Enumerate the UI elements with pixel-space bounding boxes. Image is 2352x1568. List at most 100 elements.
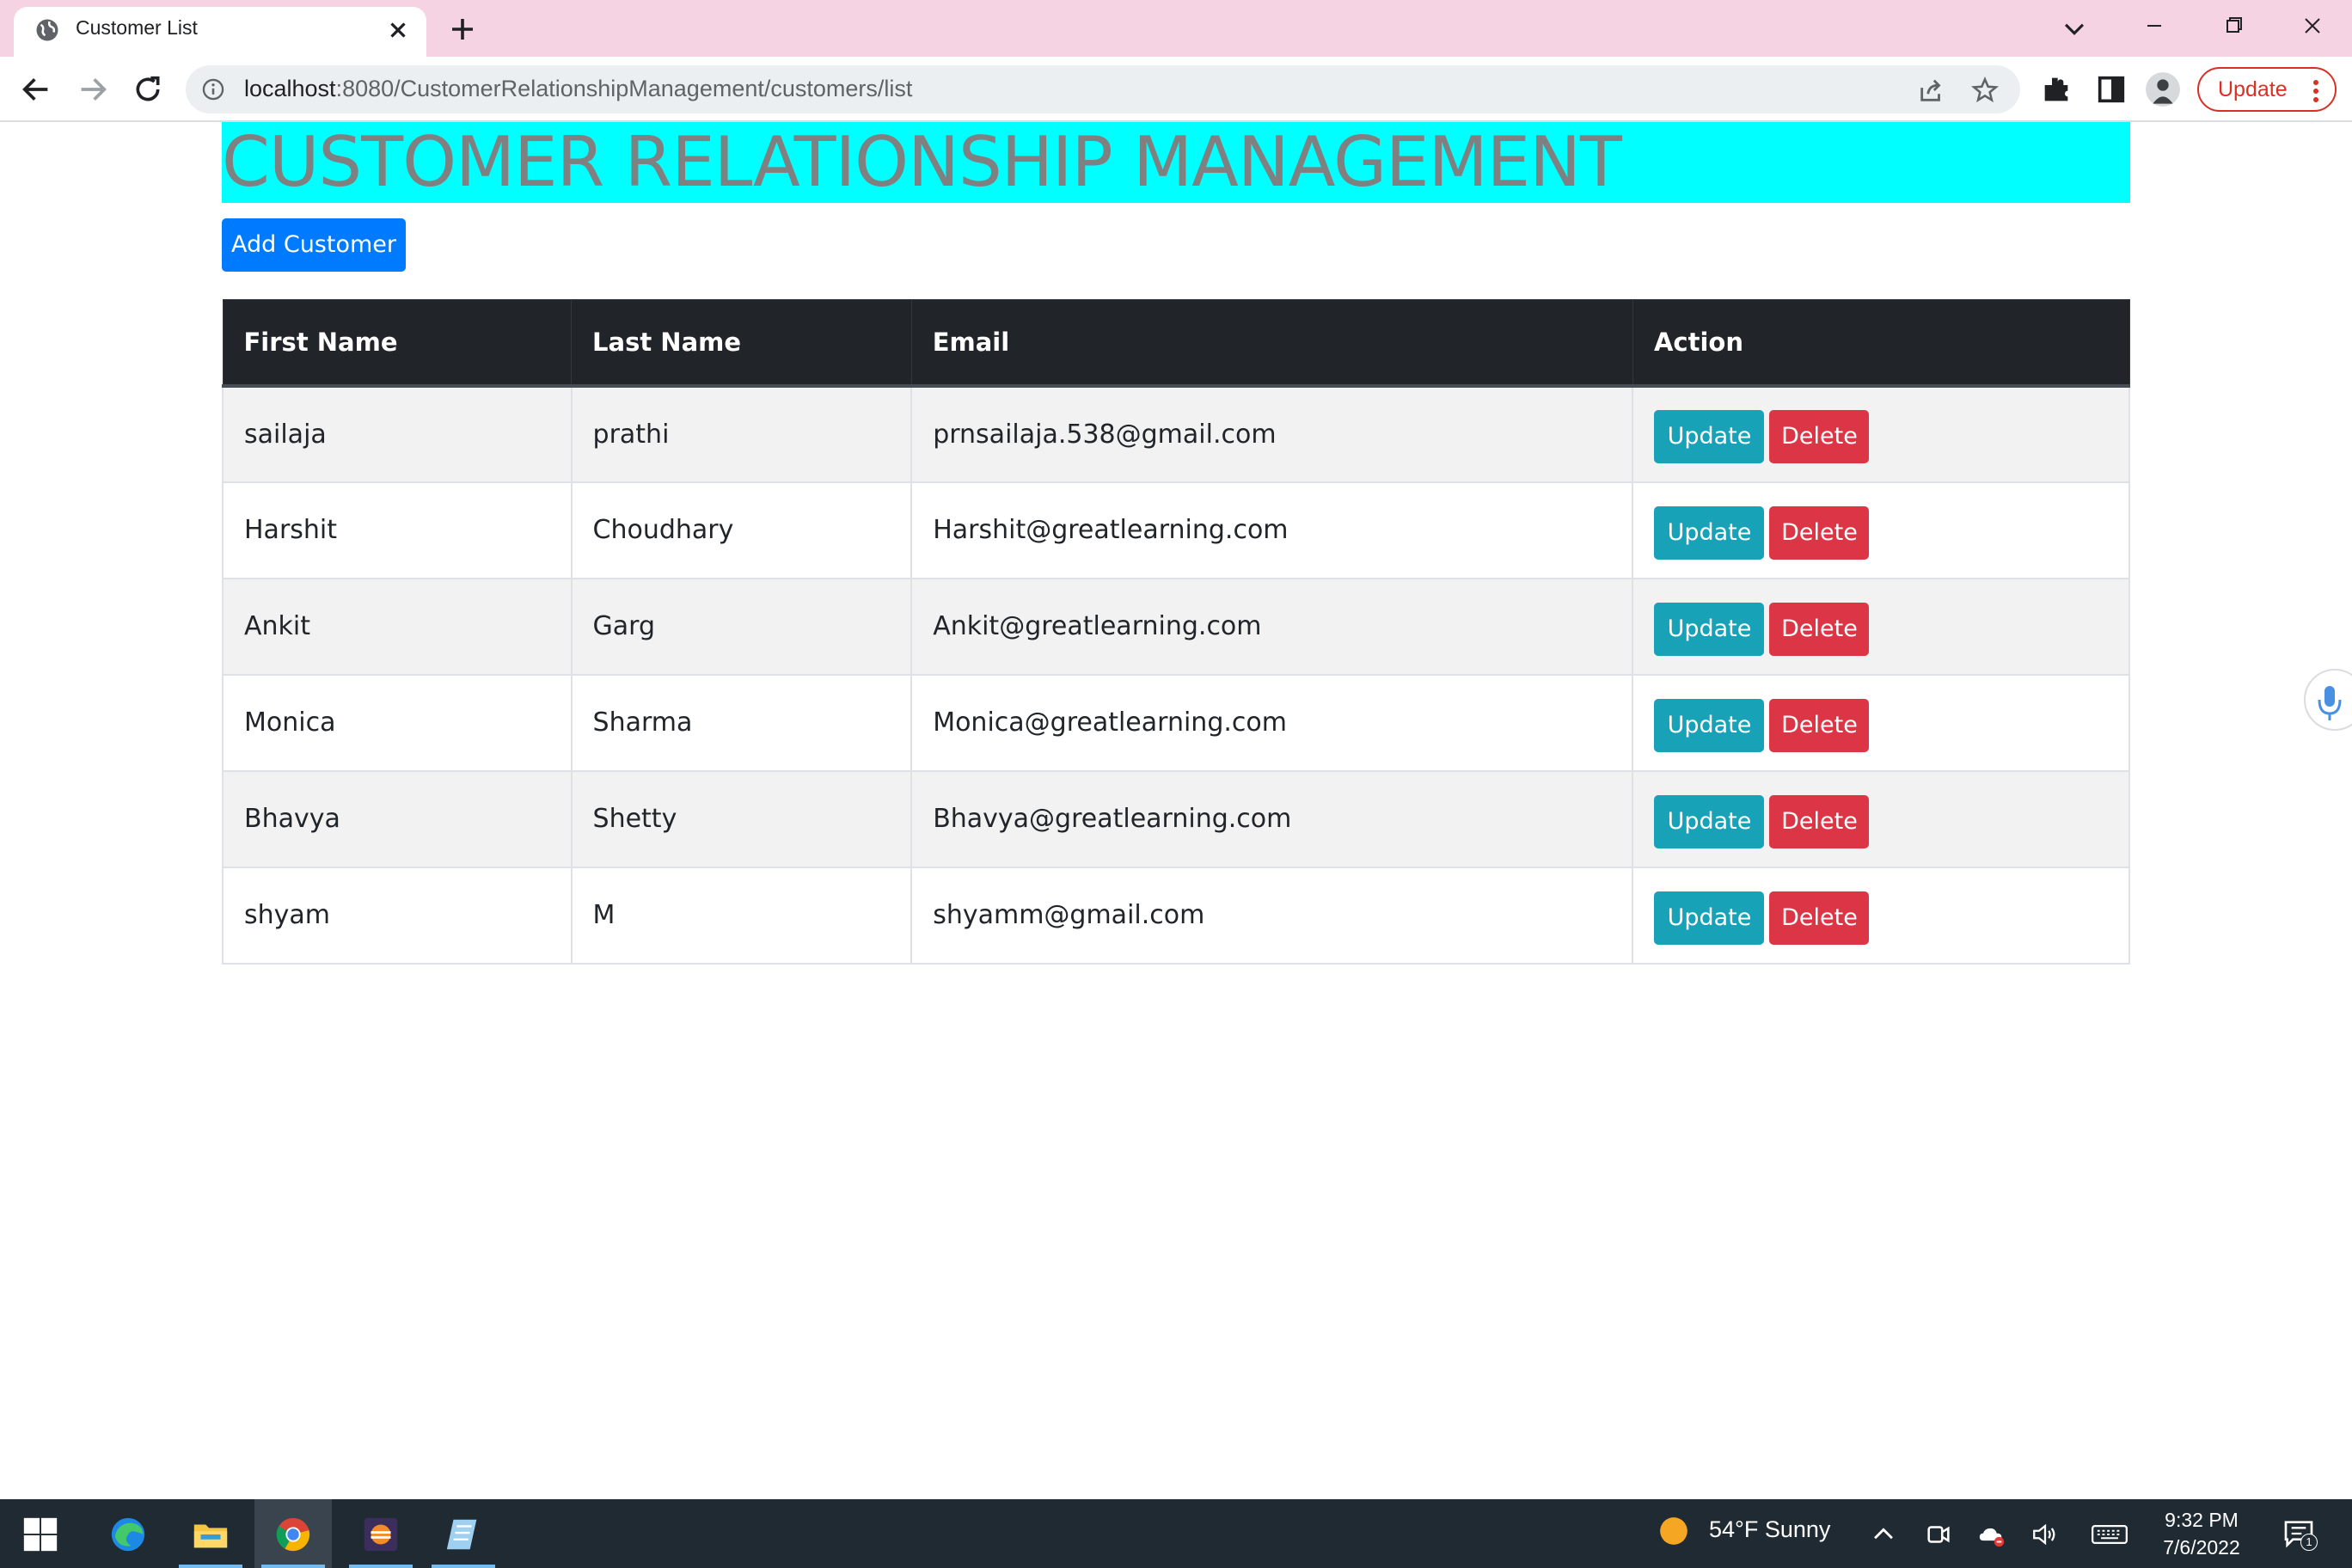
cell-last-name: Choudhary	[570, 481, 913, 579]
extensions-icon[interactable]	[2039, 72, 2073, 107]
cell-email: Harshit@greatlearning.com	[910, 481, 1634, 579]
kebab-menu-icon	[2313, 80, 2318, 102]
cell-action: Update Delete	[1632, 577, 2130, 676]
address-bar[interactable]: localhost:8080/CustomerRelationshipManag…	[186, 65, 2020, 113]
add-customer-button[interactable]: Add Customer	[222, 218, 406, 272]
share-icon[interactable]	[1917, 76, 1946, 105]
update-button[interactable]: Update	[1654, 602, 1765, 656]
cell-action: Update Delete	[1632, 384, 2130, 483]
update-button[interactable]: Update	[1654, 505, 1765, 560]
reload-icon[interactable]	[131, 72, 165, 107]
profile-avatar[interactable]	[2146, 72, 2180, 107]
table-header-row: First Name Last Name Email Action	[222, 299, 2130, 388]
clock-date: 7/6/2022	[2163, 1536, 2240, 1559]
forward-arrow-icon[interactable]	[76, 72, 110, 107]
header-last-name: Last Name	[571, 299, 912, 388]
minimize-icon[interactable]	[2128, 9, 2180, 43]
volume-icon[interactable]	[2030, 1520, 2060, 1549]
table-row: Harshit Choudhary Harshit@greatlearning.…	[222, 481, 2130, 579]
update-button[interactable]: Update	[1654, 698, 1765, 752]
cell-email: Bhavya@greatlearning.com	[910, 769, 1634, 868]
taskbar-notepad[interactable]	[425, 1499, 502, 1568]
update-button[interactable]: Update	[1654, 794, 1765, 848]
header-email: Email	[910, 299, 1633, 388]
taskbar-chrome[interactable]	[254, 1499, 332, 1568]
taskbar-edge[interactable]	[89, 1499, 167, 1568]
voice-input-button[interactable]	[2304, 669, 2352, 731]
restore-icon[interactable]	[2208, 9, 2259, 43]
chrome-update-button[interactable]: Update	[2197, 67, 2337, 112]
cell-last-name: Sharma	[570, 673, 913, 772]
page-content: CUSTOMER RELATIONSHIP MANAGEMENT Add Cus…	[0, 122, 2352, 1499]
notification-center-button[interactable]: 1	[2282, 1516, 2318, 1551]
cell-first-name: Monica	[222, 673, 573, 772]
plus-icon[interactable]	[447, 14, 478, 45]
browser-toolbar: localhost:8080/CustomerRelationshipManag…	[0, 57, 2352, 122]
update-button[interactable]: Update	[1654, 891, 1765, 945]
cell-last-name: prathi	[570, 384, 913, 483]
system-clock[interactable]: 9:32 PM 7/6/2022	[2146, 1506, 2257, 1561]
back-arrow-icon[interactable]	[19, 72, 53, 107]
browser-tab[interactable]: Customer List	[14, 7, 426, 57]
header-action: Action	[1632, 299, 2130, 388]
bookmark-star-icon[interactable]	[1970, 76, 2000, 105]
running-indicator	[179, 1565, 242, 1568]
delete-button[interactable]: Delete	[1769, 410, 1870, 463]
taskbar-file-explorer[interactable]	[172, 1499, 249, 1568]
weather-text[interactable]: 54°F Sunny	[1709, 1516, 1830, 1543]
cell-first-name: shyam	[222, 866, 573, 965]
cell-first-name: Bhavya	[222, 769, 573, 868]
tab-title: Customer List	[76, 16, 198, 39]
edge-browser-icon	[111, 1517, 145, 1552]
delete-button[interactable]: Delete	[1769, 794, 1870, 848]
cell-email: Monica@greatlearning.com	[910, 673, 1634, 772]
cell-first-name: sailaja	[222, 384, 573, 483]
side-panel-icon[interactable]	[2094, 72, 2128, 107]
windows-taskbar: 54°F Sunny 9:32 PM 7/6/2022 1	[0, 1499, 2352, 1568]
sun-icon[interactable]	[1657, 1515, 1690, 1547]
update-button[interactable]: Update	[1654, 410, 1765, 463]
cell-email: prnsailaja.538@gmail.com	[910, 384, 1634, 483]
url-text[interactable]: localhost:8080/CustomerRelationshipManag…	[244, 76, 912, 102]
cell-action: Update Delete	[1632, 769, 2130, 868]
url-path: :8080/CustomerRelationshipManagement/cus…	[335, 76, 913, 101]
chevron-up-icon[interactable]	[1869, 1520, 1898, 1549]
windows-logo-icon	[23, 1517, 58, 1552]
cell-action: Update Delete	[1632, 673, 2130, 772]
delete-button[interactable]: Delete	[1769, 891, 1870, 945]
header-banner: CUSTOMER RELATIONSHIP MANAGEMENT	[222, 122, 2130, 203]
close-icon[interactable]	[385, 17, 411, 43]
chrome-browser-icon	[276, 1517, 310, 1552]
clock-time: 9:32 PM	[2165, 1509, 2239, 1531]
meet-now-icon[interactable]	[1924, 1520, 1953, 1549]
cell-email: shyamm@gmail.com	[910, 866, 1634, 965]
notification-count: 1	[2300, 1534, 2318, 1551]
window-close-icon[interactable]	[2287, 9, 2338, 43]
info-icon[interactable]	[201, 77, 225, 101]
delete-button[interactable]: Delete	[1769, 698, 1870, 752]
delete-button[interactable]: Delete	[1769, 602, 1870, 656]
chevron-down-icon[interactable]	[2060, 14, 2089, 43]
tab-strip: Customer List	[0, 0, 2352, 57]
globe-icon	[36, 19, 58, 41]
cell-first-name: Ankit	[222, 577, 573, 676]
taskbar-eclipse[interactable]	[342, 1499, 420, 1568]
url-host: localhost	[244, 76, 336, 101]
page-title: CUSTOMER RELATIONSHIP MANAGEMENT	[222, 122, 1622, 202]
delete-button[interactable]: Delete	[1769, 505, 1870, 560]
cell-first-name: Harshit	[222, 481, 573, 579]
folder-icon	[193, 1524, 228, 1548]
cell-email: Ankit@greatlearning.com	[910, 577, 1634, 676]
cell-last-name: Garg	[570, 577, 913, 676]
cell-last-name: M	[570, 866, 913, 965]
cell-last-name: Shetty	[570, 769, 913, 868]
update-label: Update	[2218, 77, 2288, 101]
cell-action: Update Delete	[1632, 866, 2130, 965]
eclipse-ide-icon	[364, 1517, 398, 1552]
keyboard-icon[interactable]	[2089, 1520, 2130, 1549]
customer-table: First Name Last Name Email Action sailaj…	[222, 299, 2130, 965]
table-row: Ankit Garg Ankit@greatlearning.com Updat…	[222, 577, 2130, 676]
start-button[interactable]	[2, 1499, 79, 1568]
onedrive-icon[interactable]	[1977, 1520, 2006, 1549]
table-row: shyam M shyamm@gmail.com Update Delete	[222, 866, 2130, 965]
